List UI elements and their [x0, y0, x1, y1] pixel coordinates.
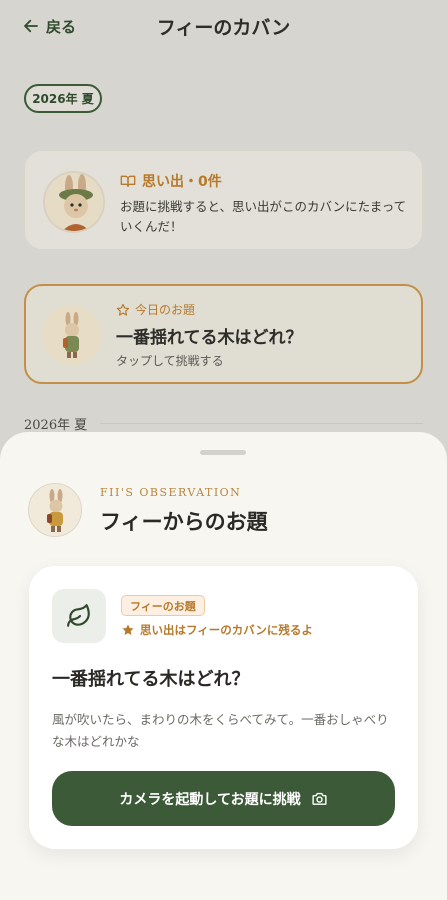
memory-title-text: 思い出・0件 [142, 174, 222, 190]
challenge-tag: フィーのお題 [121, 595, 205, 616]
season-chip[interactable]: 2026年 夏 [24, 84, 102, 113]
memory-title: 思い出・0件 [120, 171, 222, 191]
today-label: 今日のお題 [116, 301, 195, 318]
memory-note: 思い出はフィーのカバンに残るよ [121, 622, 313, 638]
fii-avatar-small [42, 305, 102, 365]
memory-note-text: 思い出はフィーのカバンに残るよ [140, 623, 313, 637]
challenge-description: 風が吹いたら、まわりの木をくらべてみて。一番おしゃべりな木はどれかな [52, 712, 389, 749]
sheet-eyebrow: FII'S OBSERVATION [100, 486, 242, 499]
star-outline-icon [116, 303, 130, 316]
leaf-icon [67, 604, 90, 627]
page-title: フィーのカバン [156, 17, 291, 39]
section-label: 2026年 夏 [24, 418, 88, 433]
rabbit-illustration [45, 173, 103, 231]
tap-hint: タップして挑戦する [116, 354, 224, 368]
challenge-card: フィーのお題 思い出はフィーのカバンに残るよ 一番揺れてる木はどれ？ 風が吹いた… [29, 566, 418, 849]
bottom-sheet: FII'S OBSERVATION フィーからのお題 フィーのお題 思い出はフィ… [0, 432, 447, 900]
star-icon [122, 624, 134, 636]
top-bar: 戻る フィーのカバン [0, 0, 447, 54]
memory-card: 思い出・0件 お題に挑戦すると、思い出がこのカバンにたまっていくんだ！ [24, 150, 423, 250]
rabbit-explorer-illustration [42, 305, 102, 365]
screen: 戻る フィーのカバン 2026年 夏 思い出・0件 お題に挑戦すると、思い出がこ… [0, 0, 447, 900]
challenge-question: 一番揺れてる木はどれ？ [52, 669, 250, 690]
sheet-avatar [28, 483, 82, 537]
sheet-title: フィーからのお題 [100, 509, 268, 534]
section-divider [100, 423, 423, 424]
memory-description: お題に挑戦すると、思い出がこのカバンにたまっていくんだ！ [120, 199, 407, 234]
today-challenge-card[interactable]: 今日のお題 一番揺れてる木はどれ？ タップして挑戦する [24, 284, 423, 384]
rabbit-explorer-illustration [29, 484, 81, 536]
book-open-icon [120, 175, 136, 187]
leaf-icon-box [52, 589, 106, 643]
camera-icon [311, 792, 327, 805]
sheet-grabber[interactable] [200, 450, 246, 455]
start-camera-button[interactable]: カメラを起動してお題に挑戦 [52, 771, 395, 826]
today-label-text: 今日のお題 [135, 303, 196, 317]
today-question: 一番揺れてる木はどれ？ [116, 328, 303, 348]
start-camera-label: カメラを起動してお題に挑戦 [119, 791, 301, 808]
fii-avatar [43, 171, 105, 233]
